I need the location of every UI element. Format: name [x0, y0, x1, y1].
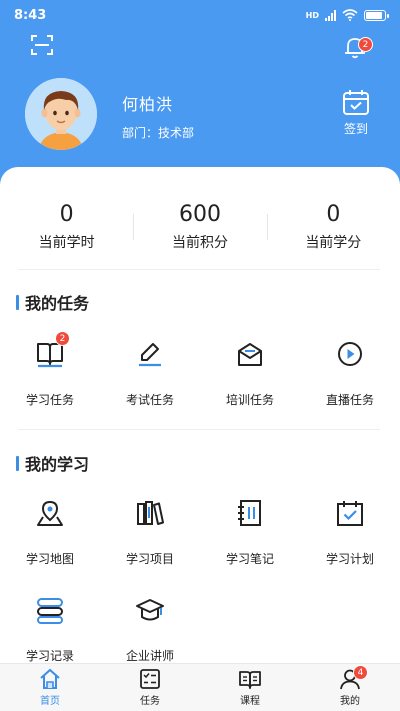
learning-item-lecturers[interactable]: 企业讲师 [100, 593, 200, 664]
network-label: HD [305, 10, 319, 20]
learning-item-plan[interactable]: 学习计划 [300, 496, 400, 567]
stat-value: 0 [326, 202, 341, 227]
open-book-icon [239, 671, 261, 689]
my-learning-grid-row-2: 学习记录 企业讲师 [0, 593, 400, 664]
notification-badge: 2 [358, 37, 373, 52]
tab-mine[interactable]: 4 我的 [300, 664, 400, 711]
books-icon [133, 496, 167, 530]
map-pin-icon [33, 496, 67, 530]
wifi-icon [342, 9, 358, 21]
my-tasks-grid: 2 学习任务 考试任务 培训任务 直播任务 [0, 331, 400, 408]
section-title-my-learning: 我的学习 [16, 451, 89, 475]
avatar-portrait-icon [25, 78, 97, 150]
divider [18, 429, 380, 430]
section-accent-bar [16, 455, 19, 471]
calendar-check-icon [333, 496, 367, 530]
task-item-exam[interactable]: 考试任务 [100, 337, 200, 408]
task-item-live[interactable]: 直播任务 [300, 337, 400, 408]
play-icon [333, 337, 367, 371]
learning-item-records[interactable]: 学习记录 [0, 593, 100, 664]
stat-study-hours[interactable]: 0 当前学时 [0, 200, 133, 260]
task-item-training[interactable]: 培训任务 [200, 337, 300, 408]
tab-tasks[interactable]: 任务 [100, 664, 200, 711]
task-list-icon [140, 669, 160, 689]
learning-item-project[interactable]: 学习项目 [100, 496, 200, 567]
tab-label: 首页 [40, 696, 60, 707]
status-icons: HD [305, 9, 389, 21]
learning-label: 学习计划 [325, 552, 374, 566]
learning-label: 学习笔记 [225, 552, 274, 566]
battery-icon [364, 9, 389, 21]
section-accent-bar [16, 294, 19, 310]
section-title-my-tasks: 我的任务 [16, 290, 89, 314]
signin-label: 签到 [343, 122, 368, 136]
learning-label: 学习地图 [25, 552, 74, 566]
section-title-text: 我的任务 [25, 294, 90, 313]
stats-row: 0 当前学时 600 当前积分 0 当前学分 [0, 200, 400, 260]
avatar[interactable] [25, 78, 97, 150]
tab-badge: 4 [353, 665, 368, 680]
learning-label: 企业讲师 [125, 649, 174, 663]
envelope-icon [233, 337, 267, 371]
graduation-cap-icon [133, 593, 167, 627]
stat-label: 当前学分 [305, 235, 362, 251]
stat-value: 600 [178, 202, 221, 227]
signal-icon [325, 9, 336, 21]
stat-credits[interactable]: 0 当前学分 [266, 200, 400, 260]
learning-label: 学习项目 [125, 552, 174, 566]
stack-icon [33, 593, 67, 627]
task-label: 直播任务 [325, 393, 374, 407]
tab-courses[interactable]: 课程 [200, 664, 300, 711]
task-label: 考试任务 [125, 393, 174, 407]
tab-label: 我的 [340, 696, 360, 707]
status-bar: 8:43 HD [0, 0, 400, 30]
tab-label: 任务 [140, 696, 160, 707]
user-name: 何柏洪 [122, 95, 174, 114]
tab-home[interactable]: 首页 [0, 664, 100, 711]
scan-icon[interactable] [30, 33, 54, 57]
calendar-check-icon [343, 90, 369, 115]
status-time: 8:43 [14, 7, 47, 23]
home-icon [40, 668, 60, 689]
user-department: 部门：技术部 [122, 126, 195, 140]
task-badge: 2 [55, 331, 70, 346]
divider [18, 269, 380, 270]
stat-points[interactable]: 600 当前积分 [133, 200, 266, 260]
tab-label: 课程 [240, 696, 260, 707]
section-title-text: 我的学习 [25, 455, 90, 474]
bottom-tab-bar: 首页 任务 课程 4 我的 [0, 663, 400, 711]
learning-item-map[interactable]: 学习地图 [0, 496, 100, 567]
stat-label: 当前积分 [171, 235, 228, 251]
signin-button[interactable]: 签到 [336, 88, 376, 137]
learning-item-notes[interactable]: 学习笔记 [200, 496, 300, 567]
task-label: 学习任务 [25, 393, 74, 407]
task-label: 培训任务 [225, 393, 274, 407]
learning-label: 学习记录 [25, 649, 74, 663]
pen-icon [133, 337, 167, 371]
my-learning-grid-row-1: 学习地图 学习项目 学习笔记 学习计划 [0, 496, 400, 567]
stat-value: 0 [59, 202, 74, 227]
task-item-study[interactable]: 2 学习任务 [0, 331, 100, 408]
stat-label: 当前学时 [38, 235, 95, 251]
notebook-icon [233, 496, 267, 530]
